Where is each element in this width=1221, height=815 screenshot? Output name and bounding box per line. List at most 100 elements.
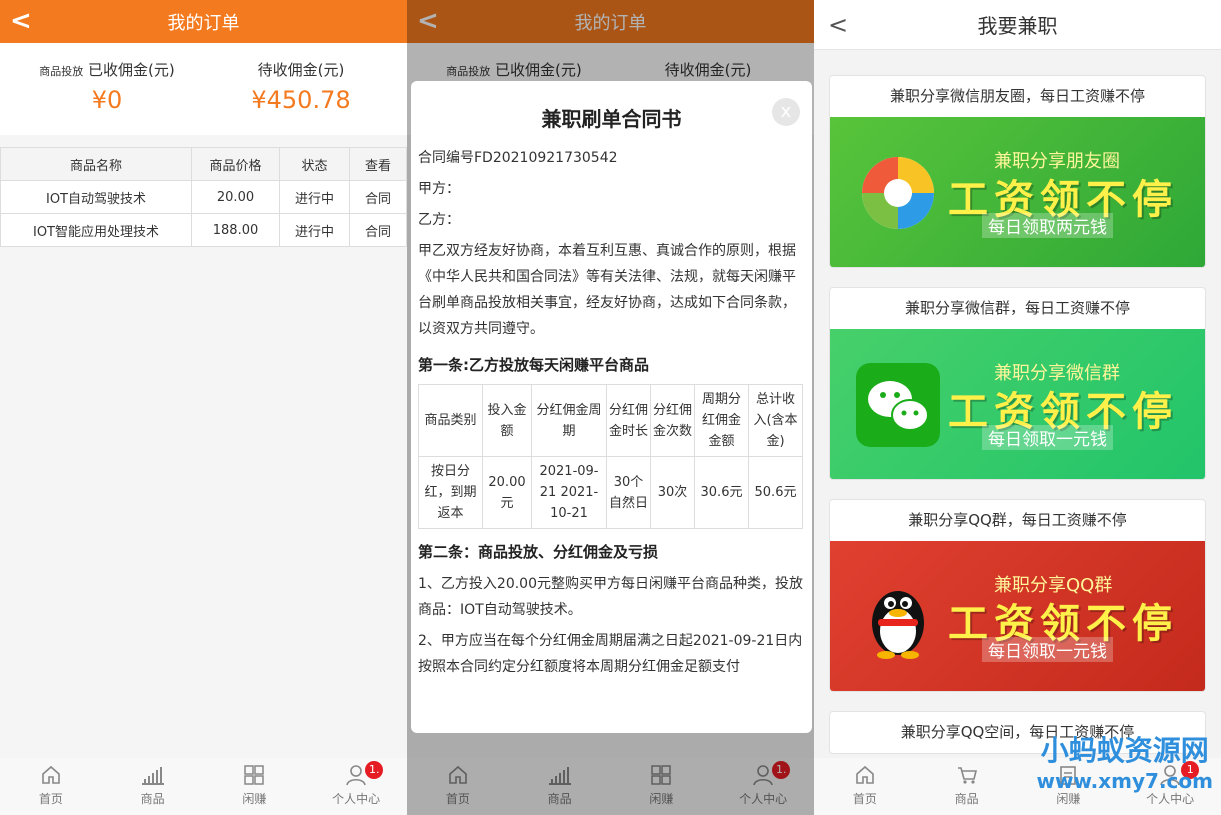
table-row: IOT智能应用处理技术 188.00 进行中 合同 xyxy=(0,213,407,247)
tab-earn[interactable]: 闲赚 xyxy=(204,758,306,815)
contract-th: 周期分红佣金金额 xyxy=(694,384,749,457)
contract-cell: 50.6元 xyxy=(748,456,803,529)
tab-label: 商品 xyxy=(140,792,165,806)
cell-name: IOT智能应用处理技术 xyxy=(0,213,192,247)
watermark-title: 小蚂蚁资源网 xyxy=(1040,734,1209,767)
cell-name: IOT自动驾驶技术 xyxy=(0,180,192,214)
table-header-row: 商品类别 投入金额 分红佣金周期 分红佣金时长 分红佣金次数 周期分红佣金金额 … xyxy=(418,384,803,457)
card-banner: 兼职分享QQ群 工资领不停 每日领取一元钱 xyxy=(830,541,1205,691)
contract-th: 总计收入(含本金) xyxy=(748,384,803,457)
back-icon[interactable]: < xyxy=(828,11,848,39)
qq-penguin-icon xyxy=(872,591,924,659)
tab-products[interactable]: 商品 xyxy=(102,758,204,815)
col-status: 状态 xyxy=(279,147,350,181)
contract-body: 合同编号FD20210921730542 甲方： 乙方： 甲乙双方经友好协商，本… xyxy=(411,132,812,680)
contract-modal: 兼职刷单合同书 x 合同编号FD20210921730542 甲方： 乙方： 甲… xyxy=(411,81,812,733)
contract-th: 分红佣金次数 xyxy=(650,384,695,457)
table-row: 按日分红，到期返本 20.00元 2021-09-21 2021-10-21 3… xyxy=(418,456,803,529)
received-value: ¥0 xyxy=(91,86,123,114)
tab-label: 首页 xyxy=(852,792,877,806)
orders-table: 商品名称 商品价格 状态 查看 IOT自动驾驶技术 20.00 进行中 合同 I… xyxy=(0,147,407,247)
bar-chart-icon xyxy=(141,767,164,785)
section-heading: 第二条：商品投放、分红佣金及亏损 xyxy=(418,543,659,561)
contract-th: 商品类别 xyxy=(418,384,483,457)
contract-link[interactable]: 合同 xyxy=(349,180,407,214)
cart-icon xyxy=(957,767,977,784)
task-card-qq-group[interactable]: 兼职分享QQ群，每日工资赚不停 兼职分享QQ群 工资领不停 每日领取一元钱 xyxy=(829,499,1206,692)
card-title: 兼职分享QQ群，每日工资赚不停 xyxy=(908,511,1127,529)
home-icon xyxy=(856,765,874,784)
card-banner: 兼职分享朋友圈 工资领不停 每日领取两元钱 xyxy=(830,117,1205,267)
tab-label: 闲赚 xyxy=(1056,792,1081,806)
home-icon xyxy=(42,765,60,784)
tab-profile[interactable]: 个人中心 1. xyxy=(305,758,407,815)
grid-icon xyxy=(244,765,265,785)
pending-commission: 待收佣金(元) ¥450.78 xyxy=(226,59,376,114)
back-icon[interactable]: < xyxy=(10,8,32,34)
header-bar: < 我的订单 xyxy=(0,0,407,43)
table-header-row: 商品名称 商品价格 状态 查看 xyxy=(0,147,407,181)
contract-cell: 30次 xyxy=(650,456,695,529)
tab-label: 首页 xyxy=(38,792,63,806)
task-card-wechat-group[interactable]: 兼职分享微信群，每日工资赚不停 兼职分享微信群 工资领不停 每日领取一元钱 xyxy=(829,287,1206,480)
tab-label: 商品 xyxy=(954,792,979,806)
contract-cell: 30个自然日 xyxy=(606,456,651,529)
contract-number: 合同编号FD20210921730542 xyxy=(418,150,618,166)
pending-value: ¥450.78 xyxy=(251,86,351,114)
col-name: 商品名称 xyxy=(0,147,192,181)
tab-label: 个人中心 xyxy=(1146,792,1195,806)
party-a: 甲方： xyxy=(418,181,460,197)
contract-clause: 1、乙方投入20.00元整购买甲方每日闲赚平台商品种类，投放商品：IOT自动驾驶… xyxy=(418,576,803,618)
banner-reward: 每日领取两元钱 xyxy=(982,213,1113,238)
contract-th: 投入金额 xyxy=(482,384,532,457)
tab-label: 闲赚 xyxy=(242,792,267,806)
banner-reward: 每日领取一元钱 xyxy=(982,637,1113,662)
contract-th: 分红佣金周期 xyxy=(531,384,607,457)
received-tag: 商品投放 xyxy=(39,65,84,78)
modal-title: 兼职刷单合同书 xyxy=(541,107,682,131)
wechat-icon xyxy=(856,363,940,447)
commission-summary: 商品投放 已收佣金(元) ¥0 待收佣金(元) ¥450.78 xyxy=(0,43,407,135)
contract-cell: 按日分红，到期返本 xyxy=(418,456,483,529)
watermark-url: www.xmy7.com xyxy=(1036,769,1213,793)
card-title: 兼职分享微信群，每日工资赚不停 xyxy=(904,299,1130,317)
bottom-tabbar: 首页 商品 闲赚 个人中心 1. xyxy=(0,758,407,815)
contract-table: 商品类别 投入金额 分红佣金周期 分红佣金时长 分红佣金次数 周期分红佣金金额 … xyxy=(418,384,803,529)
notification-badge: 1. xyxy=(365,761,384,779)
tab-home[interactable]: 首页 xyxy=(814,758,916,815)
contract-th: 分红佣金时长 xyxy=(606,384,651,457)
page-title: 我的订单 xyxy=(167,12,240,34)
close-button[interactable]: x xyxy=(772,98,800,126)
watermark: 小蚂蚁资源网 www.xmy7.com xyxy=(1037,729,1213,793)
card-title: 兼职分享微信朋友圈，每日工资赚不停 xyxy=(889,87,1145,105)
contract-intro: 甲乙双方经友好协商，本着互利互惠、真诚合作的原则，根据《中华人民共和国合同法》等… xyxy=(418,243,796,337)
party-b: 乙方： xyxy=(418,212,460,228)
orders-screen: < 我的订单 商品投放 已收佣金(元) ¥0 待收佣金(元) ¥450.78 商… xyxy=(0,0,407,815)
cell-price: 20.00 xyxy=(191,180,280,214)
table-row: IOT自动驾驶技术 20.00 进行中 合同 xyxy=(0,180,407,214)
tab-label: 个人中心 xyxy=(332,792,381,806)
banner-reward: 每日领取一元钱 xyxy=(982,425,1113,450)
camera-aperture-icon xyxy=(862,157,934,229)
received-label: 已收佣金(元) xyxy=(88,61,175,79)
contract-screen: < 我的订单 商品投放 已收佣金(元) 待收佣金(元) 首页 商品 闲赚 个人中… xyxy=(407,0,814,815)
task-card-moments[interactable]: 兼职分享微信朋友圈，每日工资赚不停 兼职分享朋友圈 工资领不停 每日领取两元钱 xyxy=(829,75,1206,268)
pending-label: 待收佣金(元) xyxy=(257,61,345,79)
header-bar: < 我要兼职 xyxy=(814,0,1221,50)
col-price: 商品价格 xyxy=(191,147,280,181)
contract-cell: 2021-09-21 2021-10-21 xyxy=(531,456,607,529)
tab-home[interactable]: 首页 xyxy=(0,758,102,815)
contract-cell: 20.00元 xyxy=(482,456,532,529)
card-banner: 兼职分享微信群 工资领不停 每日领取一元钱 xyxy=(830,329,1205,479)
contract-clause: 2、甲方应当在每个分红佣金周期届满之日起2021-09-21日内按照本合同约定分… xyxy=(418,633,803,675)
user-icon xyxy=(346,765,366,786)
cell-status: 进行中 xyxy=(279,180,350,214)
tab-products[interactable]: 商品 xyxy=(916,758,1018,815)
part-time-screen: < 我要兼职 兼职分享微信朋友圈，每日工资赚不停 兼职分享朋友圈 工资领不停 每… xyxy=(814,0,1221,815)
contract-link[interactable]: 合同 xyxy=(349,213,407,247)
cell-price: 188.00 xyxy=(191,213,280,247)
section-heading: 第一条:乙方投放每天闲赚平台商品 xyxy=(418,356,650,374)
cell-status: 进行中 xyxy=(279,213,350,247)
page-title: 我要兼职 xyxy=(977,14,1058,38)
contract-cell: 30.6元 xyxy=(694,456,749,529)
